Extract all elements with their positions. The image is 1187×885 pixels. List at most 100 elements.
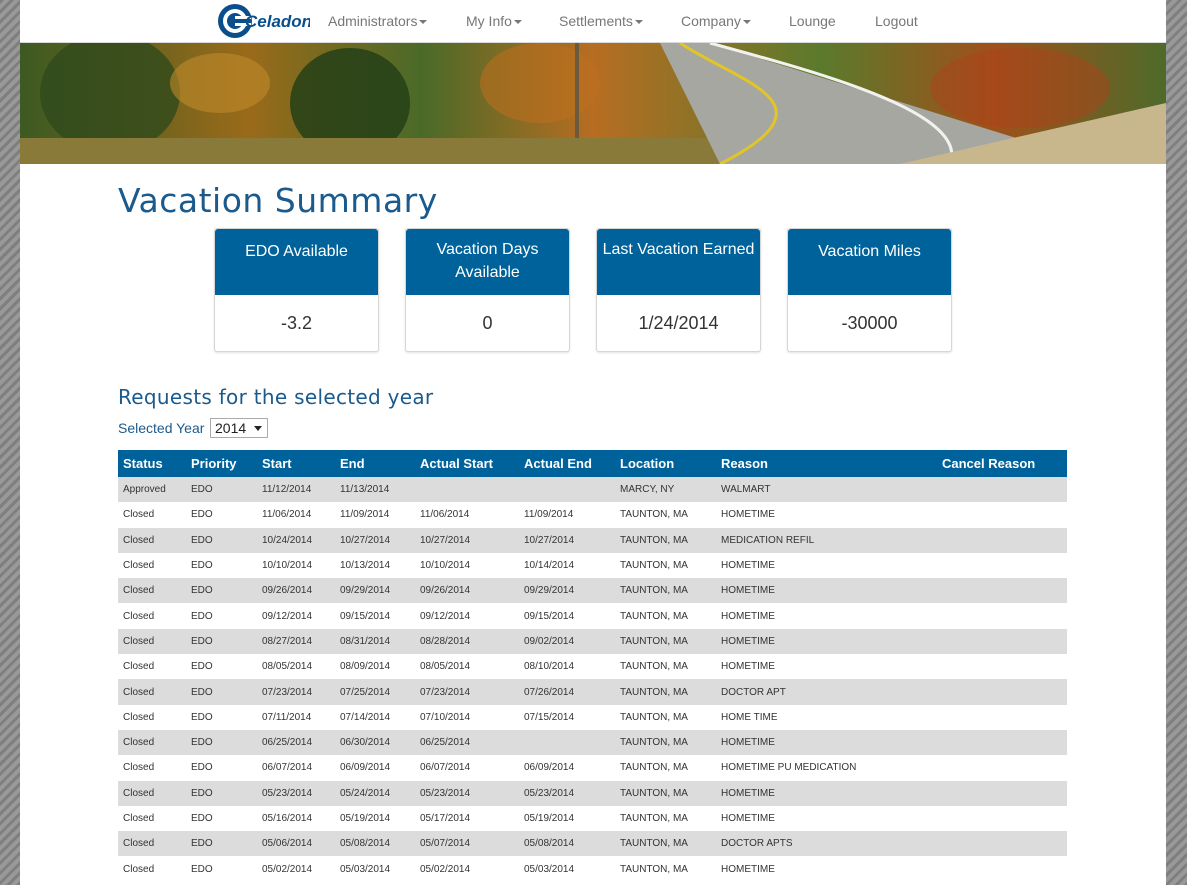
cell-end: 09/29/2014 bbox=[340, 585, 391, 597]
nav-company[interactable]: Company bbox=[681, 13, 751, 29]
cell-location: TAUNTON, MA bbox=[620, 863, 688, 875]
cell-location: MARCY, NY bbox=[620, 484, 675, 496]
cell-reason: HOMETIME PU MEDICATION bbox=[721, 762, 857, 774]
cell-actual-end: 05/23/2014 bbox=[524, 787, 575, 799]
cell-start: 07/11/2014 bbox=[262, 711, 312, 723]
cell-actual-end: 09/02/2014 bbox=[524, 635, 575, 647]
cell-actual-end: 05/08/2014 bbox=[524, 838, 575, 850]
column-header-status: Status bbox=[118, 450, 186, 477]
cell-actual-end: 07/26/2014 bbox=[524, 686, 575, 698]
cell-start: 10/24/2014 bbox=[262, 534, 313, 546]
cell-actual-end bbox=[519, 477, 615, 502]
cell-status: Closed bbox=[123, 509, 155, 521]
cell-location: TAUNTON, MA bbox=[620, 610, 688, 622]
cell-priority: EDO bbox=[191, 762, 213, 774]
cell-reason: HOMETIME bbox=[721, 635, 775, 647]
cell-cancel-reason bbox=[937, 477, 1067, 502]
cell-reason: HOMETIME bbox=[721, 863, 775, 875]
table-body: Approved EDO 11/12/2014 11/13/2014 MARCY, NY… bbox=[118, 477, 1067, 882]
cell-location: TAUNTON, MA bbox=[620, 838, 688, 850]
cell-priority: EDO bbox=[191, 686, 213, 698]
cell-location: TAUNTON, MA bbox=[620, 585, 688, 597]
table-row: Closed EDO 10/10/2014 10/13/2014 10/10/2014 1… bbox=[118, 552, 1067, 579]
year-select-value: 2014 bbox=[215, 420, 247, 436]
selected-year-label: Selected Year bbox=[118, 420, 205, 436]
card-value: 0 bbox=[482, 312, 493, 333]
cell-reason: HOMETIME bbox=[721, 661, 775, 673]
cell-status: Closed bbox=[123, 762, 155, 774]
cell-start: 09/12/2014 bbox=[262, 610, 313, 622]
cell-location: TAUNTON, MA bbox=[620, 560, 688, 572]
table-row: Approved EDO 11/12/2014 11/13/2014 MARCY, NY… bbox=[118, 477, 1067, 503]
table-row: Closed EDO 11/06/2014 11/09/2014 11/06/2014 1… bbox=[118, 502, 1067, 528]
nav-logout-label: Logout bbox=[875, 13, 918, 29]
cell-end: 05/19/2014 bbox=[340, 813, 391, 824]
cell-start: 07/23/2014 bbox=[262, 686, 313, 698]
cell-end: 08/09/2014 bbox=[340, 661, 391, 673]
card-label: EDO Available bbox=[215, 229, 378, 295]
nav-settlements[interactable]: Settlements bbox=[559, 13, 643, 29]
chevron-down-icon bbox=[254, 426, 262, 431]
cell-actual-start: 10/27/2014 bbox=[420, 534, 471, 546]
cell-cancel-reason bbox=[937, 502, 1067, 527]
cell-end: 06/09/2014 bbox=[340, 762, 391, 774]
cell-actual-end: 09/15/2014 bbox=[524, 610, 575, 622]
cell-priority: EDO bbox=[191, 610, 213, 622]
card-value: 1/24/2014 bbox=[638, 312, 719, 333]
table-row: Closed EDO 09/26/2014 09/29/2014 09/26/2014 0… bbox=[118, 578, 1067, 604]
cell-location: TAUNTON, MA bbox=[620, 813, 688, 824]
cell-status: Closed bbox=[123, 534, 155, 546]
celadon-logo[interactable]: Celadon bbox=[218, 2, 310, 40]
cell-reason: HOMETIME bbox=[721, 737, 775, 749]
cell-reason: HOMETIME bbox=[721, 585, 775, 597]
card-vacation-miles: Vacation Miles -30000 bbox=[787, 228, 952, 352]
cell-start: 05/06/2014 bbox=[262, 838, 313, 850]
cell-end: 10/13/2014 bbox=[340, 560, 391, 572]
cell-actual-end: 08/10/2014 bbox=[524, 661, 575, 673]
cell-status: Closed bbox=[123, 813, 155, 824]
cell-cancel-reason bbox=[937, 730, 1067, 755]
cell-actual-start: 08/05/2014 bbox=[420, 661, 471, 673]
cell-end: 05/24/2014 bbox=[340, 787, 391, 799]
cell-priority: EDO bbox=[191, 534, 213, 546]
table-header-row: Status Priority Start End Actual Start Actual… bbox=[118, 450, 1067, 477]
cell-cancel-reason bbox=[937, 705, 1067, 730]
table-row: Closed EDO 08/27/2014 08/31/2014 08/28/2014 0… bbox=[118, 628, 1067, 655]
chevron-down-icon bbox=[513, 20, 522, 25]
table-row: Closed EDO 08/05/2014 08/09/2014 08/05/2014 0… bbox=[118, 654, 1067, 680]
column-header-actual-start: Actual Start bbox=[415, 450, 519, 477]
cell-status: Approved bbox=[123, 484, 166, 496]
cell-end: 07/14/2014 bbox=[340, 711, 391, 723]
table-row: Closed EDO 10/24/2014 10/27/2014 10/27/2014 1… bbox=[118, 527, 1067, 553]
nav-administrators-label: Administrators bbox=[328, 13, 418, 29]
column-header-start: Start bbox=[257, 450, 335, 477]
column-header-end: End bbox=[335, 450, 415, 477]
cell-actual-end: 06/09/2014 bbox=[524, 762, 575, 774]
cell-end: 11/09/2014 bbox=[340, 509, 390, 521]
cell-actual-start: 11/06/2014 bbox=[420, 509, 470, 521]
cell-end: 07/25/2014 bbox=[340, 686, 391, 698]
cell-start: 10/10/2014 bbox=[262, 560, 313, 572]
cell-actual-end: 07/15/2014 bbox=[524, 711, 575, 723]
cell-status: Closed bbox=[123, 610, 155, 622]
year-select[interactable]: 2014 bbox=[210, 418, 268, 438]
nav-lounge[interactable]: Lounge bbox=[789, 13, 836, 29]
cell-start: 11/12/2014 bbox=[262, 484, 312, 496]
nav-logout[interactable]: Logout bbox=[875, 13, 918, 29]
cell-status: Closed bbox=[123, 787, 155, 799]
cell-actual-start bbox=[415, 477, 519, 502]
cell-reason: HOMETIME bbox=[721, 560, 775, 572]
nav-lounge-label: Lounge bbox=[789, 13, 836, 29]
cell-priority: EDO bbox=[191, 737, 213, 749]
nav-administrators[interactable]: Administrators bbox=[328, 13, 428, 29]
table-row: Closed EDO 05/16/2014 05/19/2014 05/17/2014 0… bbox=[118, 805, 1067, 832]
cell-cancel-reason bbox=[937, 553, 1067, 578]
nav-my-info[interactable]: My Info bbox=[466, 13, 522, 29]
nav-my-info-label: My Info bbox=[466, 13, 512, 29]
cell-actual-start: 06/07/2014 bbox=[420, 762, 471, 774]
card-last-vacation-earned: Last Vacation Earned 1/24/2014 bbox=[596, 228, 761, 352]
page-title: Vacation Summary bbox=[118, 181, 438, 220]
page: Celadon Administrators My Info Settlemen… bbox=[20, 0, 1166, 885]
cell-cancel-reason bbox=[937, 755, 1067, 780]
cell-actual-start: 05/17/2014 bbox=[420, 813, 471, 824]
